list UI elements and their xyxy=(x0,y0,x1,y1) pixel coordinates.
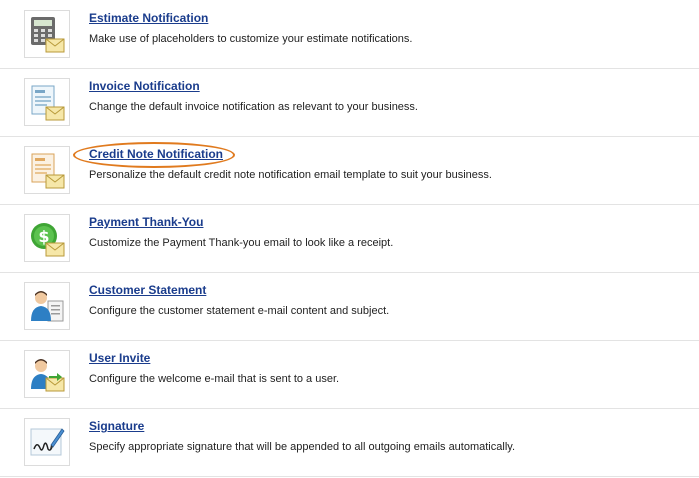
credit-note-notification-description: Personalize the default credit note noti… xyxy=(89,169,492,181)
list-item-credit-note-notification: Credit Note Notification Personalize the… xyxy=(0,136,699,205)
signature-link[interactable]: Signature xyxy=(89,419,144,433)
estimate-notification-description: Make use of placeholders to customize yo… xyxy=(89,33,413,45)
list-item-invoice-notification: Invoice Notification Change the default … xyxy=(0,68,699,137)
customer-statement-icon[interactable] xyxy=(24,282,70,330)
signature-description: Specify appropriate signature that will … xyxy=(89,441,515,453)
invoice-envelope-icon[interactable] xyxy=(24,78,70,126)
estimate-notification-link[interactable]: Estimate Notification xyxy=(89,11,208,25)
list-item-user-invite: User Invite Configure the welcome e-mail… xyxy=(0,340,699,409)
payment-thank-you-link[interactable]: Payment Thank-You xyxy=(89,215,203,229)
invoice-notification-link[interactable]: Invoice Notification xyxy=(89,79,200,93)
list-item-payment-thank-you: $ Payment Thank-You Customize the Paymen… xyxy=(0,204,699,273)
payment-thank-you-description: Customize the Payment Thank-you email to… xyxy=(89,237,394,249)
invoice-notification-description: Change the default invoice notification … xyxy=(89,101,418,113)
customer-statement-link[interactable]: Customer Statement xyxy=(89,283,206,297)
customer-statement-description: Configure the customer statement e-mail … xyxy=(89,305,390,317)
signature-pen-icon[interactable] xyxy=(24,418,70,466)
user-invite-description: Configure the welcome e-mail that is sen… xyxy=(89,373,340,385)
user-invite-link[interactable]: User Invite xyxy=(89,351,150,365)
list-item-signature: Signature Specify appropriate signature … xyxy=(0,408,699,477)
list-item-estimate-notification: Estimate Notification Make use of placeh… xyxy=(0,0,699,69)
calculator-envelope-icon[interactable] xyxy=(24,10,70,58)
dollar-envelope-icon[interactable]: $ xyxy=(24,214,70,262)
credit-note-envelope-icon[interactable] xyxy=(24,146,70,194)
user-invite-icon[interactable] xyxy=(24,350,70,398)
credit-note-notification-link[interactable]: Credit Note Notification xyxy=(89,147,223,161)
email-template-list: Estimate Notification Make use of placeh… xyxy=(0,0,699,478)
list-item-customer-statement: Customer Statement Configure the custome… xyxy=(0,272,699,341)
